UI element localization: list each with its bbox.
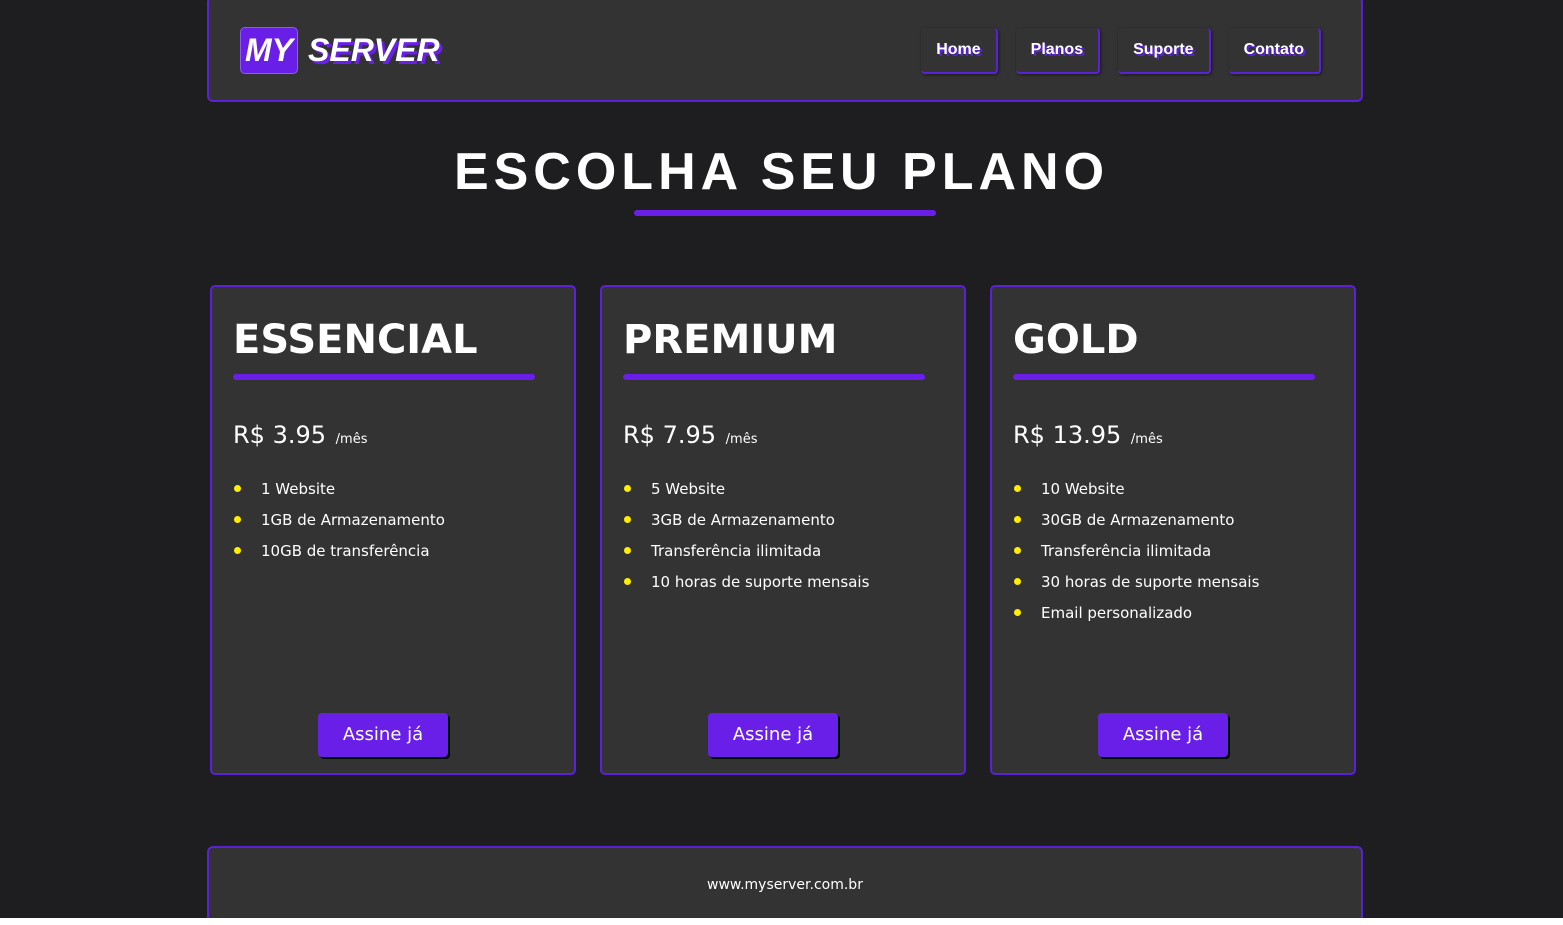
feature-item: 10GB de transferência: [233, 537, 445, 568]
feature-item: Transferência ilimitada: [623, 537, 869, 568]
bottom-edge-strip: [0, 918, 1563, 925]
feature-text: Transferência ilimitada: [651, 542, 822, 560]
plan-features: 1 Website 1GB de Armazenamento 10GB de t…: [233, 475, 445, 568]
logo-text: SERVER: [308, 32, 440, 68]
feature-text: 10 horas de suporte mensais: [651, 573, 870, 591]
plan-name-underline: [1013, 374, 1315, 380]
plan-price-period: /mês: [335, 432, 368, 447]
bullet-dot-icon: [624, 516, 631, 523]
feature-item: 3GB de Armazenamento: [623, 506, 869, 537]
plan-price-period: /mês: [725, 432, 758, 447]
title-underline: [634, 210, 936, 216]
page-title: ESCOLHA SEU PLANO: [453, 143, 1110, 201]
plan-price-value: R$ 7.95: [623, 421, 717, 449]
bullet-dot-icon: [234, 516, 241, 523]
feature-item: 10 Website: [1013, 475, 1259, 506]
bullet-dot-icon: [234, 485, 241, 492]
feature-text: 5 Website: [651, 480, 726, 498]
feature-item: 5 Website: [623, 475, 869, 506]
bullet-dot-icon: [624, 547, 631, 554]
nav-suporte[interactable]: Suporte: [1118, 28, 1211, 74]
feature-item: 10 horas de suporte mensais: [623, 568, 869, 599]
bullet-dot-icon: [1014, 547, 1021, 554]
plan-price-value: R$ 3.95: [233, 421, 327, 449]
plan-price-value: R$ 13.95: [1013, 421, 1122, 449]
feature-text: 10 Website: [1041, 480, 1125, 498]
plan-name: PREMIUM: [623, 317, 838, 363]
feature-item: 30GB de Armazenamento: [1013, 506, 1259, 537]
bullet-dot-icon: [624, 485, 631, 492]
nav-home[interactable]: Home: [921, 28, 998, 74]
plan-price: R$ 3.95 /mês: [233, 421, 367, 449]
feature-text: Transferência ilimitada: [1041, 542, 1212, 560]
plan-price: R$ 7.95 /mês: [623, 421, 757, 449]
page: MY SERVER Home Planos Suporte Contato ES…: [0, 0, 1563, 925]
subscribe-button[interactable]: Assine já: [1098, 713, 1228, 757]
feature-text: 30 horas de suporte mensais: [1041, 573, 1260, 591]
bullet-dot-icon: [1014, 485, 1021, 492]
feature-text: 1GB de Armazenamento: [261, 511, 445, 529]
plan-features: 5 Website 3GB de Armazenamento Transferê…: [623, 475, 869, 599]
feature-item: Transferência ilimitada: [1013, 537, 1259, 568]
main-nav: Home Planos Suporte Contato: [921, 28, 1321, 74]
plan-features: 10 Website 30GB de Armazenamento Transfe…: [1013, 475, 1259, 630]
plan-name-underline: [623, 374, 925, 380]
bullet-dot-icon: [234, 547, 241, 554]
bullet-dot-icon: [1014, 578, 1021, 585]
plan-name: GOLD: [1013, 317, 1139, 363]
feature-item: 1 Website: [233, 475, 445, 506]
feature-item: 30 horas de suporte mensais: [1013, 568, 1259, 599]
feature-item: 1GB de Armazenamento: [233, 506, 445, 537]
plan-name: ESSENCIAL: [233, 317, 478, 363]
feature-text: Email personalizado: [1041, 604, 1193, 622]
footer-url: www.myserver.com.br: [707, 877, 863, 893]
logo[interactable]: MY SERVER: [240, 27, 440, 74]
plan-name-underline: [233, 374, 535, 380]
site-header: MY SERVER Home Planos Suporte Contato: [207, 0, 1363, 102]
feature-text: 1 Website: [261, 480, 336, 498]
feature-item: Email personalizado: [1013, 599, 1259, 630]
plan-card-premium: PREMIUM R$ 7.95 /mês 5 Website 3GB de Ar…: [600, 285, 966, 775]
feature-text: 3GB de Armazenamento: [651, 511, 835, 529]
nav-planos[interactable]: Planos: [1015, 28, 1101, 74]
feature-text: 30GB de Armazenamento: [1041, 511, 1235, 529]
plan-card-gold: GOLD R$ 13.95 /mês 10 Website 30GB de Ar…: [990, 285, 1356, 775]
site-footer: www.myserver.com.br: [207, 846, 1363, 925]
nav-contato[interactable]: Contato: [1228, 28, 1321, 74]
feature-text: 10GB de transferência: [261, 542, 430, 560]
bullet-dot-icon: [1014, 609, 1021, 616]
logo-box: MY: [240, 27, 298, 74]
plan-price: R$ 13.95 /mês: [1013, 421, 1163, 449]
subscribe-button[interactable]: Assine já: [708, 713, 838, 757]
subscribe-button[interactable]: Assine já: [318, 713, 448, 757]
plan-card-essencial: ESSENCIAL R$ 3.95 /mês 1 Website 1GB de …: [210, 285, 576, 775]
plan-price-period: /mês: [1130, 432, 1163, 447]
bullet-dot-icon: [624, 578, 631, 585]
bullet-dot-icon: [1014, 516, 1021, 523]
